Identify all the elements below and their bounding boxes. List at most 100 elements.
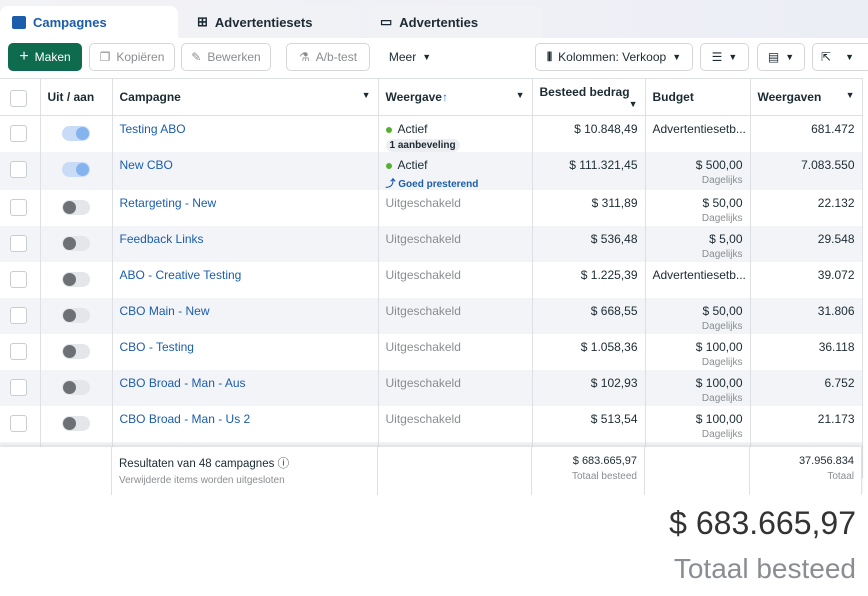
budget-cell: Advertentiesetb... [645, 115, 751, 152]
delivery-cell: Uitgeschakeld [378, 334, 533, 370]
campaign-name-link[interactable]: CBO Broad - Man - Aus [120, 376, 246, 390]
status-text: Uitgeschakeld [385, 376, 461, 390]
col-impressions[interactable]: Weergaven ▼ [750, 78, 863, 116]
more-dropdown[interactable]: Meer ▼ [378, 43, 442, 71]
status-dot-icon [385, 162, 392, 169]
campaign-name-link[interactable]: Testing ABO [120, 122, 186, 136]
row-checkbox[interactable] [0, 334, 41, 370]
caret-down-icon: ▼ [422, 52, 432, 62]
row-checkbox[interactable] [0, 262, 41, 298]
reports-dropdown[interactable]: ▤ ▼ [757, 43, 805, 71]
copy-button[interactable]: ❐ Kopiëren [89, 43, 175, 71]
caret-down-icon: ▼ [845, 90, 855, 100]
tab-campagnes[interactable]: Campagnes [0, 6, 178, 38]
campaign-toggle[interactable] [40, 115, 113, 152]
campaign-name-link[interactable]: New CBO [120, 158, 173, 172]
spent-cell: $ 536,48 [532, 226, 646, 262]
table-row[interactable]: ABO - Creative Testing Uitgeschakeld $ 1… [0, 262, 863, 298]
export-icon: ⇱ [821, 50, 832, 64]
total-spent: $ 683.665,97 [572, 455, 637, 467]
campaign-name-link[interactable]: Retargeting - New [120, 196, 217, 210]
total-spent-label: Totaal besteed [571, 471, 637, 482]
total-impressions: 37.956.834 [798, 455, 854, 467]
campaign-toggle[interactable] [40, 334, 113, 370]
delivery-cell: Actief ⤴ Goed presterend [378, 152, 533, 190]
spent-cell: $ 1.058,36 [532, 334, 646, 370]
campaign-toggle[interactable] [40, 370, 113, 406]
tab-bar: Campagnes ⊞ Advertentiesets ▭ Advertenties [0, 0, 868, 38]
table-row[interactable]: Testing ABO Actief 1 aanbeveling $ 10.848… [0, 115, 863, 152]
spent-cell: $ 10.848,49 [532, 115, 646, 152]
status-text: Uitgeschakeld [385, 232, 461, 246]
delivery-cell: Uitgeschakeld [378, 262, 533, 298]
table-row[interactable]: CBO Main - New Uitgeschakeld $ 668,55 $ … [0, 298, 863, 334]
folder-icon [12, 15, 26, 29]
campaign-toggle[interactable] [40, 262, 113, 298]
campaign-toggle[interactable] [40, 406, 113, 442]
table-row[interactable]: New CBO Actief ⤴ Goed presterend $ 111.32… [0, 152, 863, 190]
report-icon: ▤ [767, 50, 780, 64]
total-impressions-label: Totaal [827, 471, 854, 482]
spent-cell: $ 311,89 [532, 190, 646, 226]
caret-down-icon: ▼ [672, 52, 682, 62]
row-checkbox[interactable] [0, 226, 41, 262]
row-checkbox[interactable] [0, 298, 41, 334]
columns-dropdown[interactable]: ⦀ Kolommen: Verkoop ▼ [535, 43, 693, 71]
highlight-total-label: Totaal besteed [673, 553, 856, 584]
impressions-cell: 21.173 [750, 406, 863, 442]
edit-button[interactable]: ✎ Bewerken [181, 43, 271, 71]
row-checkbox[interactable] [0, 370, 41, 406]
row-checkbox[interactable] [0, 152, 41, 190]
create-button[interactable]: + Maken [8, 43, 82, 71]
table-row[interactable]: CBO Broad - Man - Us 2 Uitgeschakeld $ 5… [0, 406, 863, 442]
budget-cell: $ 100,00 Dagelijks [645, 370, 751, 406]
row-checkbox[interactable] [0, 406, 41, 442]
row-checkbox[interactable] [0, 190, 41, 226]
info-icon[interactable]: ⓘ [278, 458, 290, 470]
spent-cell: $ 102,93 [532, 370, 646, 406]
impressions-cell: 39.072 [750, 262, 863, 298]
select-all-checkbox[interactable] [0, 78, 41, 116]
campaign-toggle[interactable] [40, 152, 113, 190]
table-row[interactable]: Retargeting - New Uitgeschakeld $ 311,89… [0, 190, 863, 226]
col-budget[interactable]: Budget [645, 78, 751, 116]
sort-up-icon: ↑ [441, 90, 448, 104]
delivery-cell: Uitgeschakeld [378, 190, 533, 226]
highlight-total-spent: $ 683.665,97 [669, 505, 856, 541]
impressions-cell: 7.083.550 [750, 152, 863, 190]
table-row[interactable]: CBO Broad - Man - Aus Uitgeschakeld $ 10… [0, 370, 863, 406]
delivery-cell: Uitgeschakeld [378, 370, 533, 406]
status-text: Uitgeschakeld [385, 340, 461, 354]
ab-test-button[interactable]: ⚗ A/b-test [286, 43, 370, 71]
campaign-toggle[interactable] [40, 190, 113, 226]
breakdown-icon: ☰ [711, 50, 723, 64]
row-checkbox[interactable] [0, 115, 41, 152]
tab-advertentiesets[interactable]: ⊞ Advertentiesets [185, 6, 360, 38]
campaign-name-link[interactable]: CBO - Testing [120, 340, 194, 354]
export-button[interactable]: ⇱ ▼ [812, 43, 868, 71]
status-text: Actief [397, 122, 428, 136]
pencil-icon: ✎ [191, 50, 202, 64]
delivery-cell: Uitgeschakeld [378, 226, 533, 262]
col-spent[interactable]: Besteed bedrag ▼ [532, 78, 646, 116]
campaign-table: Uit / aan Campagne ▼ Weergave↑ ▼ Besteed b… [0, 78, 863, 478]
campaign-name-link[interactable]: ABO - Creative Testing [120, 268, 242, 282]
caret-down-icon: ▼ [361, 90, 371, 100]
campaign-name-link[interactable]: CBO Main - New [120, 304, 210, 318]
recommendation-badge[interactable]: 1 aanbeveling [385, 139, 460, 152]
table-row[interactable]: Feedback Links Uitgeschakeld $ 536,48 $ … [0, 226, 863, 262]
impressions-cell: 681.472 [750, 115, 863, 152]
breakdown-dropdown[interactable]: ☰ ▼ [700, 43, 749, 71]
grid-icon: ⊞ [197, 14, 208, 29]
col-campaign[interactable]: Campagne ▼ [112, 78, 379, 116]
campaign-name-link[interactable]: CBO Broad - Man - Us 2 [120, 412, 251, 426]
col-delivery[interactable]: Weergave↑ ▼ [378, 78, 533, 116]
budget-cell: $ 100,00 Dagelijks [645, 406, 751, 442]
impressions-cell: 31.806 [750, 298, 863, 334]
tab-advertenties[interactable]: ▭ Advertenties [368, 6, 543, 38]
campaign-name-link[interactable]: Feedback Links [120, 232, 204, 246]
campaign-toggle[interactable] [40, 226, 113, 262]
table-row[interactable]: CBO - Testing Uitgeschakeld $ 1.058,36 $… [0, 334, 863, 370]
campaign-toggle[interactable] [40, 298, 113, 334]
caret-down-icon: ▼ [785, 52, 795, 62]
